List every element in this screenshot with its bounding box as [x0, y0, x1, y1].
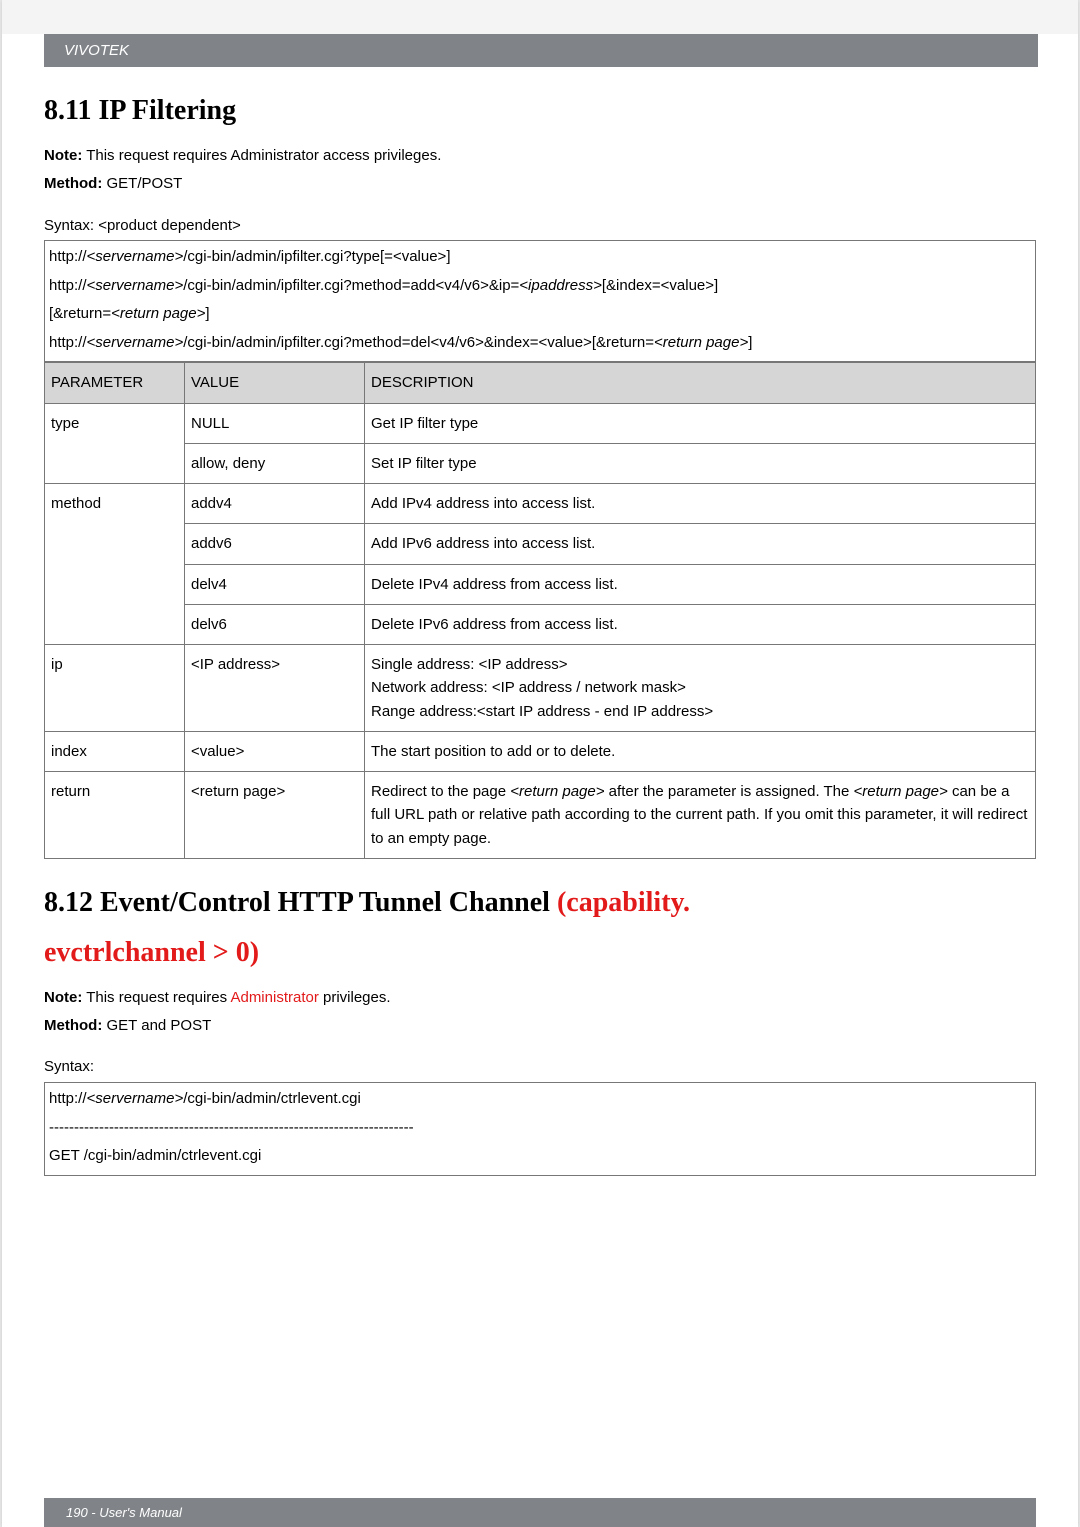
syntax2-line-2: GET /cgi-bin/admin/ctrlevent.cgi	[49, 1147, 261, 1164]
cell-d: Delete IPv6 address from access list.	[365, 604, 1036, 644]
cell-d: The start position to add or to delete.	[365, 731, 1036, 771]
syntax-table: http://<servername>/cgi-bin/admin/ipfilt…	[44, 240, 1036, 362]
syntax2-label: Syntax:	[44, 1056, 1036, 1078]
param-header-2: DESCRIPTION	[365, 363, 1036, 403]
cell-v: <value>	[185, 731, 365, 771]
note-admin: Administrator	[230, 989, 318, 1006]
note-post: privileges.	[319, 989, 391, 1006]
note-pre: This request requires	[82, 989, 230, 1006]
syntax2-line-1: ----------------------------------------…	[49, 1119, 414, 1136]
cell-v: <IP address>	[185, 645, 365, 732]
cell-p: method	[45, 484, 185, 645]
cell-v: delv4	[185, 564, 365, 604]
page-footer: 190 - User's Manual	[44, 1498, 1036, 1527]
cell-d: Get IP filter type	[365, 403, 1036, 443]
syntax2-line-0: http://<servername>/cgi-bin/admin/ctrlev…	[49, 1090, 361, 1107]
note-label: Note:	[44, 147, 82, 164]
cell-v: addv4	[185, 484, 365, 524]
parameter-table: PARAMETER VALUE DESCRIPTION type NULL Ge…	[44, 362, 1036, 859]
cell-p: return	[45, 772, 185, 859]
section-812-method: Method: GET and POST	[44, 1015, 1036, 1037]
param-header-0: PARAMETER	[45, 363, 185, 403]
param-header-1: VALUE	[185, 363, 365, 403]
cell-d: Add IPv4 address into access list.	[365, 484, 1036, 524]
cell-v: allow, deny	[185, 443, 365, 483]
syntax2-table: http://<servername>/cgi-bin/admin/ctrlev…	[44, 1082, 1036, 1176]
cell-v: delv6	[185, 604, 365, 644]
cell-d: Set IP filter type	[365, 443, 1036, 483]
syntax2-cell: http://<servername>/cgi-bin/admin/ctrlev…	[45, 1083, 1036, 1176]
cell-d: Add IPv6 address into access list.	[365, 524, 1036, 564]
syntax-line-2: http://<servername>/cgi-bin/admin/ipfilt…	[49, 334, 752, 351]
method-text: GET and POST	[102, 1017, 211, 1034]
cell-v: <return page>	[185, 772, 365, 859]
cell-p: type	[45, 403, 185, 484]
method-label: Method:	[44, 1017, 102, 1034]
syntax-intro: Syntax: <product dependent>	[44, 215, 1036, 237]
cell-v: addv6	[185, 524, 365, 564]
cell-d: Redirect to the page <return page> after…	[365, 772, 1036, 859]
syntax-cell: http://<servername>/cgi-bin/admin/ipfilt…	[45, 241, 1036, 362]
cell-p: index	[45, 731, 185, 771]
cell-d: Single address: <IP address> Network add…	[365, 645, 1036, 732]
section-812-title: 8.12 Event/Control HTTP Tunnel Channel (…	[44, 887, 1036, 919]
cell-d: Delete IPv4 address from access list.	[365, 564, 1036, 604]
method-text: GET/POST	[102, 175, 182, 192]
method-label: Method:	[44, 175, 102, 192]
section-811-title: 8.11 IP Filtering	[44, 95, 1036, 127]
cell-p: ip	[45, 645, 185, 732]
section-811-method: Method: GET/POST	[44, 173, 1036, 195]
section-812-title-black: 8.12 Event/Control HTTP Tunnel Channel	[44, 887, 557, 918]
brand-header: VIVOTEK	[44, 34, 1038, 67]
section-811-note: Note: This request requires Administrato…	[44, 145, 1036, 167]
syntax-line-1: http://<servername>/cgi-bin/admin/ipfilt…	[49, 277, 718, 323]
note-label: Note:	[44, 989, 82, 1006]
cell-v: NULL	[185, 403, 365, 443]
syntax-line-0: http://<servername>/cgi-bin/admin/ipfilt…	[49, 248, 451, 265]
section-812-note: Note: This request requires Administrato…	[44, 987, 1036, 1009]
section-812-title-red: (capability.	[557, 887, 690, 918]
note-text: This request requires Administrator acce…	[82, 147, 441, 164]
section-812-subtitle: evctrlchannel > 0)	[44, 937, 1036, 969]
